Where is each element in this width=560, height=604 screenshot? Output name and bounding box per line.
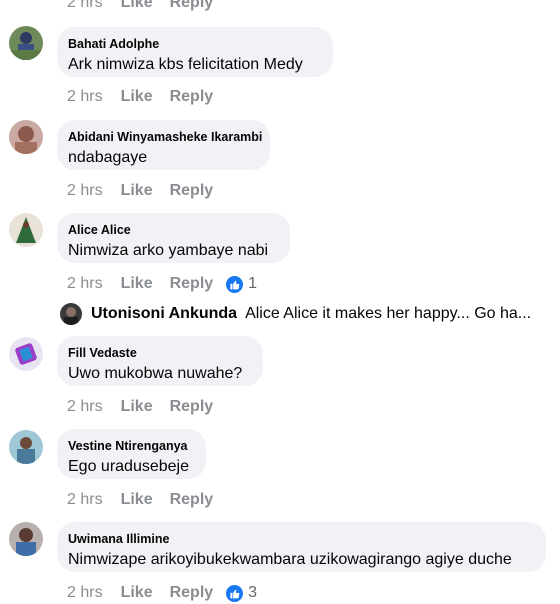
avatar[interactable]: [9, 430, 43, 464]
avatar[interactable]: [9, 26, 43, 60]
comment-bubble: Uwimana Illimine Nimwizape arikoyibukekw…: [57, 522, 546, 572]
reaction-number: 1: [248, 275, 258, 292]
like-button[interactable]: Like: [121, 398, 153, 416]
reply-author[interactable]: Utonisoni Ankunda: [91, 305, 237, 323]
like-button[interactable]: Like: [121, 0, 153, 12]
comment-text: Ark nimwiza kbs felicitation Medy: [68, 56, 303, 73]
comment-text: Nimwizape arikoyibukekwambara uzikowagir…: [68, 551, 512, 568]
reaction-count[interactable]: 3: [226, 584, 257, 602]
comment-actions: 2 hrs Like Reply: [67, 396, 230, 418]
comment-author[interactable]: Uwimana Illimine: [68, 531, 534, 547]
reply-button[interactable]: Reply: [170, 398, 214, 416]
comment-time: 2 hrs: [67, 491, 103, 508]
comment-bubble: Bahati Adolphe Ark nimwiza kbs felicitat…: [57, 27, 333, 77]
comment-author[interactable]: Vestine Ntirenganya: [68, 438, 194, 454]
avatar[interactable]: [9, 213, 43, 247]
like-button[interactable]: Like: [121, 88, 153, 106]
reply-button[interactable]: Reply: [170, 0, 214, 12]
comment-bubble: Vestine Ntirenganya Ego uradusebeje: [57, 429, 206, 479]
reply-button[interactable]: Reply: [170, 182, 214, 200]
comment-time: 2 hrs: [67, 182, 103, 199]
comment-author[interactable]: Fill Vedaste: [68, 345, 251, 361]
comment-text: Uwo mukobwa nuwahe?: [68, 365, 243, 382]
avatar[interactable]: [9, 120, 43, 154]
comment-actions: 2 hrs Like Reply: [67, 86, 230, 108]
avatar[interactable]: [9, 522, 43, 556]
comment-time: 2 hrs: [67, 88, 103, 105]
comment-text: Ego uradusebeje: [68, 458, 189, 475]
thumbs-up-icon: [226, 275, 244, 293]
avatar[interactable]: [9, 337, 43, 371]
reply-text: Alice Alice it makes her happy... Go ha.…: [245, 305, 532, 322]
like-button[interactable]: Like: [121, 182, 153, 200]
comment-text: Nimwiza arko yambaye nabi: [68, 242, 269, 259]
like-button[interactable]: Like: [121, 275, 153, 293]
comment-time: 2 hrs: [67, 275, 103, 292]
reply-button[interactable]: Reply: [170, 584, 214, 602]
comment-actions-top: 2 hrs Like Reply: [67, 0, 230, 14]
comment-author[interactable]: Bahati Adolphe: [68, 36, 321, 52]
reply-button[interactable]: Reply: [170, 491, 214, 509]
comment-actions: 2 hrs Like Reply 3: [67, 582, 257, 604]
reaction-count[interactable]: 1: [226, 275, 257, 293]
comment-actions: 2 hrs Like Reply 1: [67, 273, 257, 295]
comment-bubble: Abidani Winyamasheke Ikarambi ndabagaye: [57, 120, 270, 170]
avatar[interactable]: [60, 303, 82, 325]
reply-button[interactable]: Reply: [170, 275, 214, 293]
comment-actions: 2 hrs Like Reply: [67, 489, 230, 511]
comment-time: 2 hrs: [67, 584, 103, 601]
comment-actions: 2 hrs Like Reply: [67, 180, 230, 202]
comment-author[interactable]: Abidani Winyamasheke Ikarambi: [68, 129, 262, 145]
reaction-number: 3: [248, 584, 258, 601]
like-button[interactable]: Like: [121, 491, 153, 509]
comment-bubble: Alice Alice Nimwiza arko yambaye nabi: [57, 213, 290, 263]
reply-preview[interactable]: Utonisoni Ankunda Alice Alice it makes h…: [60, 302, 531, 326]
comment-time: 2 hrs: [67, 398, 103, 415]
thumbs-up-icon: [226, 584, 244, 602]
comment-author[interactable]: Alice Alice: [68, 222, 278, 238]
reply-button[interactable]: Reply: [170, 88, 214, 106]
like-button[interactable]: Like: [121, 584, 153, 602]
comment-text: ndabagaye: [68, 149, 148, 166]
comment-time: 2 hrs: [67, 0, 103, 11]
comment-bubble: Fill Vedaste Uwo mukobwa nuwahe?: [57, 336, 263, 386]
